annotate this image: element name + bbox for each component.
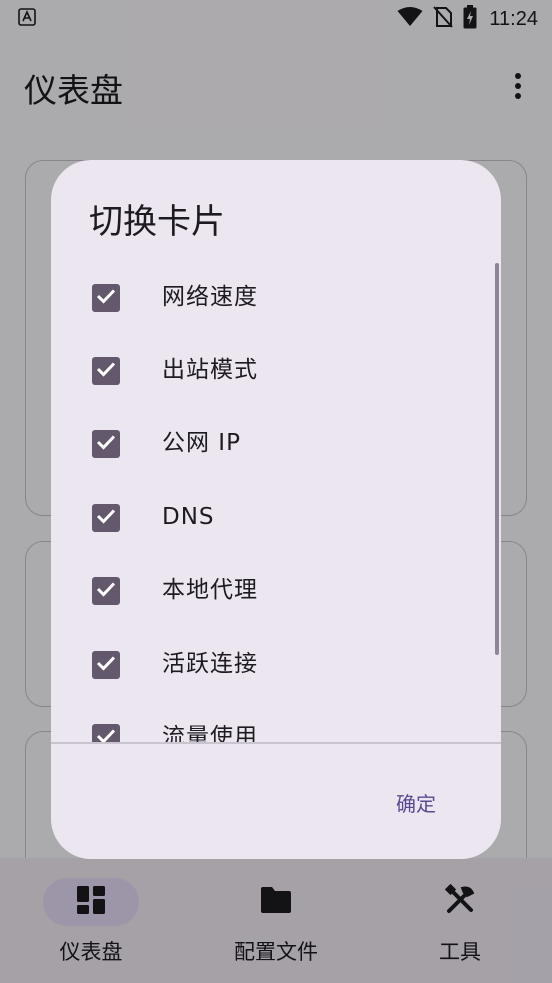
option-traffic-usage[interactable]: 流量使用 xyxy=(51,701,491,744)
option-label: 活跃连接 xyxy=(162,651,258,677)
dialog-divider xyxy=(51,742,501,744)
option-label: 出站模式 xyxy=(162,357,258,383)
check-icon xyxy=(96,508,116,528)
checkbox[interactable] xyxy=(92,724,120,744)
switch-cards-dialog: 切换卡片 网络速度 出站模式 公网 IP DNS 本地代理 活跃连接 流量使用 … xyxy=(51,160,501,859)
card-options-list[interactable]: 网络速度 出站模式 公网 IP DNS 本地代理 活跃连接 流量使用 xyxy=(51,260,501,744)
scrollbar[interactable] xyxy=(495,263,499,655)
checkbox[interactable] xyxy=(92,651,120,679)
option-label: 本地代理 xyxy=(162,577,258,603)
checkbox[interactable] xyxy=(92,430,120,458)
option-active-connections[interactable]: 活跃连接 xyxy=(51,628,491,701)
check-icon xyxy=(96,288,116,308)
checkbox[interactable] xyxy=(92,357,120,385)
dialog-title: 切换卡片 xyxy=(89,202,225,242)
check-icon xyxy=(96,655,116,675)
option-network-speed[interactable]: 网络速度 xyxy=(51,261,491,334)
option-local-proxy[interactable]: 本地代理 xyxy=(51,554,491,627)
check-icon xyxy=(96,581,116,601)
check-icon xyxy=(96,361,116,381)
option-outbound-mode[interactable]: 出站模式 xyxy=(51,334,491,407)
check-icon xyxy=(96,434,116,454)
checkbox[interactable] xyxy=(92,577,120,605)
option-label: 流量使用 xyxy=(162,724,258,744)
confirm-button[interactable]: 确定 xyxy=(373,780,459,824)
checkbox[interactable] xyxy=(92,284,120,312)
option-label: 网络速度 xyxy=(162,284,258,310)
option-dns[interactable]: DNS xyxy=(51,481,491,554)
checkbox[interactable] xyxy=(92,504,120,532)
option-label: 公网 IP xyxy=(162,430,241,456)
option-public-ip[interactable]: 公网 IP xyxy=(51,407,491,480)
option-label: DNS xyxy=(162,504,215,530)
